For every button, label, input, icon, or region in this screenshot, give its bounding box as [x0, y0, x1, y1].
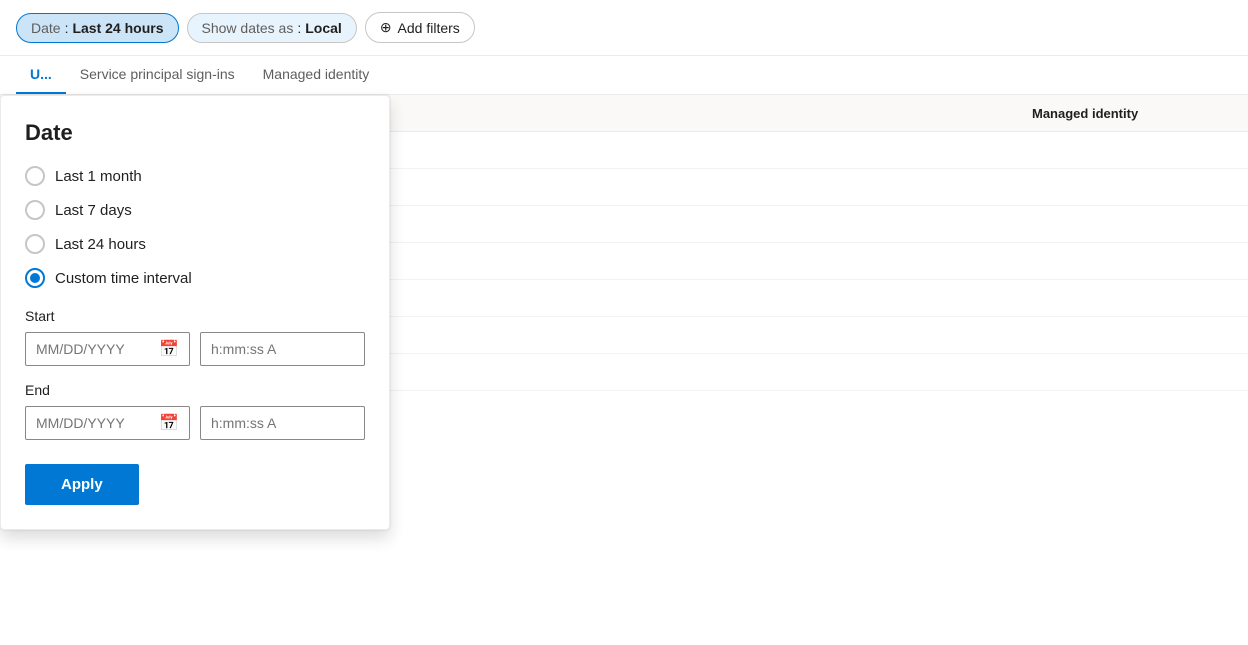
- end-date-section: End 📅: [25, 382, 365, 440]
- radio-label-last-1-month: Last 1 month: [55, 168, 142, 185]
- radio-label-custom-time: Custom time interval: [55, 270, 192, 287]
- date-dropdown-panel: Date Last 1 month Last 7 days Last 24 ho…: [0, 95, 390, 530]
- filter-bar: Date : Last 24 hours Show dates as : Loc…: [0, 0, 1248, 56]
- start-time-input-wrapper[interactable]: [200, 332, 365, 366]
- start-date-input-wrapper[interactable]: 📅: [25, 332, 190, 366]
- radio-circle-last-24-hours: [25, 234, 45, 254]
- tab-service-principal[interactable]: Service principal sign-ins: [66, 56, 249, 94]
- apply-button[interactable]: Apply: [25, 464, 139, 505]
- radio-circle-last-1-month: [25, 166, 45, 186]
- end-date-input-row: 📅: [25, 406, 365, 440]
- radio-label-last-24-hours: Last 24 hours: [55, 236, 146, 253]
- date-chip-value: Last 24 hours: [72, 20, 163, 36]
- managed-identity-header-label: Managed identity: [1032, 106, 1138, 121]
- start-label: Start: [25, 308, 365, 324]
- show-dates-label: Show dates as: [202, 20, 294, 36]
- end-date-input[interactable]: [36, 415, 159, 431]
- radio-last-24-hours[interactable]: Last 24 hours: [25, 234, 365, 254]
- end-time-input-wrapper[interactable]: [200, 406, 365, 440]
- start-calendar-icon[interactable]: 📅: [159, 339, 179, 359]
- date-chip-label: Date: [31, 20, 61, 36]
- add-filters-label: Add filters: [398, 20, 460, 36]
- start-time-input[interactable]: [211, 341, 354, 357]
- start-date-input[interactable]: [36, 341, 159, 357]
- radio-last-1-month[interactable]: Last 1 month: [25, 166, 365, 186]
- end-time-input[interactable]: [211, 415, 354, 431]
- date-chip-colon: :: [65, 20, 69, 36]
- radio-custom-time[interactable]: Custom time interval: [25, 268, 365, 288]
- radio-last-7-days[interactable]: Last 7 days: [25, 200, 365, 220]
- main-area: ↓ Application ↑↓ Status Managed identity…: [0, 95, 1248, 645]
- radio-label-last-7-days: Last 7 days: [55, 202, 132, 219]
- add-filters-icon: ⊕: [380, 19, 392, 36]
- radio-group: Last 1 month Last 7 days Last 24 hours C…: [25, 166, 365, 288]
- radio-circle-custom-time: [25, 268, 45, 288]
- end-date-input-wrapper[interactable]: 📅: [25, 406, 190, 440]
- date-filter-chip[interactable]: Date : Last 24 hours: [16, 13, 179, 43]
- show-dates-value: Local: [305, 20, 342, 36]
- show-dates-colon: :: [297, 20, 301, 36]
- start-date-section: Start 📅: [25, 308, 365, 366]
- add-filters-button[interactable]: ⊕ Add filters: [365, 12, 475, 43]
- radio-circle-last-7-days: [25, 200, 45, 220]
- start-date-input-row: 📅: [25, 332, 365, 366]
- end-label: End: [25, 382, 365, 398]
- tab-users[interactable]: U...: [16, 56, 66, 94]
- managed-identity-column-header: Managed identity: [1032, 106, 1232, 121]
- end-calendar-icon[interactable]: 📅: [159, 413, 179, 433]
- tabs-row: U... Service principal sign-ins Managed …: [0, 56, 1248, 95]
- show-dates-chip[interactable]: Show dates as : Local: [187, 13, 357, 43]
- dropdown-title: Date: [25, 120, 365, 146]
- tab-managed-identity[interactable]: Managed identity: [249, 56, 384, 94]
